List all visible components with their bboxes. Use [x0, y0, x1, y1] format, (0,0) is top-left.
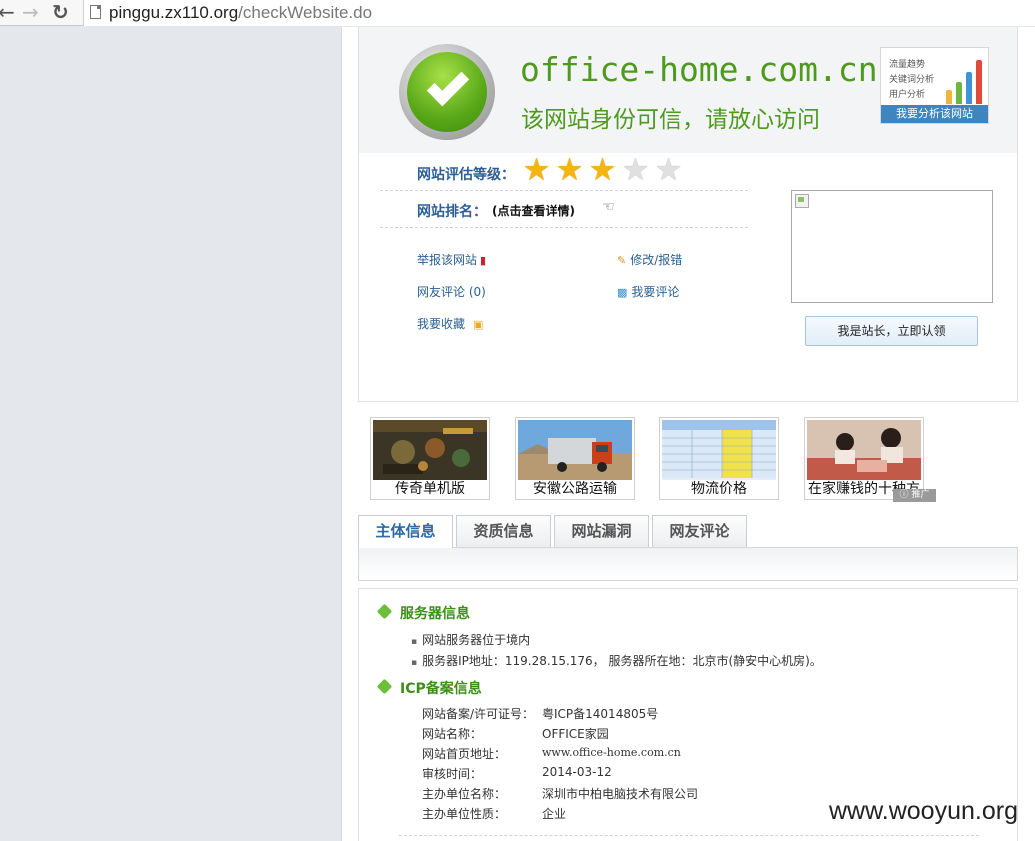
- rating-label: 网站评估等级：: [417, 167, 515, 183]
- rating-row: 网站评估等级： ★ ★ ★ ★ ★: [380, 155, 748, 191]
- server-ip-item: 服务器IP地址：119.28.15.176， 服务器所在地：北京市(静安中心机房…: [411, 652, 822, 669]
- ad-item-2[interactable]: 安徽公路运输: [515, 417, 635, 500]
- url-text[interactable]: pinggu.zx110.org/checkWebsite.do: [109, 3, 372, 23]
- analyze-site-button[interactable]: 我要分析该网站: [881, 105, 988, 123]
- write-comment-link[interactable]: ▩ 我要评论: [617, 283, 679, 300]
- diamond-bullet-icon: [376, 603, 393, 620]
- favorite-link[interactable]: 我要收藏 ▣: [417, 315, 483, 332]
- analysis-line-keywords: 关键词分析: [889, 75, 935, 85]
- ad-image-price-table: [662, 420, 776, 480]
- report-site-label: 举报该网站: [417, 253, 478, 267]
- ad-caption-1: 传奇单机版: [395, 481, 465, 497]
- bar-3: [966, 72, 972, 104]
- speech-bubble-icon: ▩: [617, 286, 628, 299]
- trust-banner: office-home.com.cn 该网站身份可信，请放心访问 流量趋势 关键…: [359, 27, 1017, 153]
- empty-star-icon: ★: [654, 152, 683, 188]
- homepage-value: www.office-home.com.cn: [542, 746, 681, 759]
- report-flag-icon: ▮: [480, 254, 487, 267]
- write-comment-label: 我要评论: [631, 285, 680, 299]
- bar-2: [956, 82, 962, 104]
- diamond-bullet-icon: [376, 678, 393, 695]
- back-arrow-icon[interactable]: ←: [0, 2, 15, 22]
- bar-4: [976, 60, 982, 104]
- screenshot-root: ← → ↻ pinggu.zx110.org/checkWebsite.do o…: [0, 0, 1035, 841]
- server-info-heading: 服务器信息: [376, 603, 470, 623]
- ad-image-people: [807, 420, 921, 480]
- favorite-label: 我要收藏: [417, 317, 466, 331]
- filled-star-icon: ★: [555, 152, 584, 188]
- forward-arrow-icon[interactable]: →: [22, 2, 39, 22]
- divider: [399, 835, 979, 836]
- ad-item-1[interactable]: 传奇单机版: [370, 417, 490, 500]
- rating-stars: ★ ★ ★ ★ ★: [520, 152, 685, 188]
- empty-star-icon: ★: [621, 152, 650, 188]
- url-path: /checkWebsite.do: [238, 3, 373, 22]
- promotion-tag: ⓘ 推广: [893, 489, 936, 502]
- filled-star-icon: ★: [588, 152, 617, 188]
- organizer-type-key: 主办单位性质：: [422, 807, 507, 821]
- ad-item-3[interactable]: 物流价格: [659, 417, 779, 500]
- pointing-hand-icon: ☜: [602, 199, 615, 215]
- url-host: pinggu.zx110.org: [109, 3, 239, 22]
- reload-icon[interactable]: ↻: [52, 2, 69, 22]
- organizer-name-key: 主办单位名称：: [422, 787, 507, 801]
- verification-card: office-home.com.cn 该网站身份可信，请放心访问 流量趋势 关键…: [358, 27, 1018, 402]
- analysis-widget[interactable]: 流量趋势 关键词分析 用户分析 我要分析该网站: [880, 47, 989, 124]
- organizer-type-value: 企业: [542, 807, 567, 821]
- report-site-link[interactable]: 举报该网站 ▮: [417, 251, 486, 268]
- ad-info-icon: ⓘ: [899, 490, 909, 500]
- bar-chart-icon: [944, 56, 986, 104]
- verified-check-icon: [399, 44, 495, 140]
- icp-info-heading: ICP备案信息: [376, 678, 482, 698]
- icp-license-key: 网站备案/许可证号：: [422, 707, 535, 721]
- analysis-line-users: 用户分析: [889, 90, 926, 100]
- server-info-heading-text: 服务器信息: [400, 606, 470, 622]
- ad-image-truck: [518, 420, 632, 480]
- tab-qualification-info[interactable]: 资质信息: [456, 515, 551, 547]
- trust-message: 该网站身份可信，请放心访问: [521, 107, 820, 133]
- review-date-key: 审核时间：: [422, 767, 483, 781]
- analysis-line-traffic: 流量趋势: [889, 60, 926, 70]
- site-thumbnail-image: [791, 190, 993, 303]
- icp-info-heading-text: ICP备案信息: [400, 681, 482, 697]
- page-icon: [90, 5, 101, 19]
- ad-caption-2: 安徽公路运输: [533, 481, 617, 497]
- address-bar[interactable]: pinggu.zx110.org/checkWebsite.do: [83, 0, 1035, 26]
- tab-entity-info[interactable]: 主体信息: [358, 515, 453, 548]
- ad-caption-3: 物流价格: [691, 481, 747, 497]
- rank-row: 网站排名： (点击查看详情) ☜: [380, 192, 748, 228]
- edit-report-link[interactable]: ✎ 修改/报错: [617, 251, 682, 268]
- tab-user-comments[interactable]: 网友评论: [652, 515, 747, 547]
- rank-label: 网站排名：: [417, 204, 487, 220]
- site-name-value: OFFICE家园: [542, 727, 609, 741]
- ad-item-4[interactable]: 在家赚钱的十种方: [804, 417, 924, 500]
- pencil-icon: ✎: [617, 254, 627, 267]
- tab-vulnerabilities[interactable]: 网站漏洞: [554, 515, 649, 547]
- browser-toolbar: ← → ↻ pinggu.zx110.org/checkWebsite.do: [0, 0, 1035, 26]
- organizer-name-value: 深圳市中柏电脑技术有限公司: [542, 787, 699, 801]
- server-location-item: 网站服务器位于境内: [411, 631, 530, 648]
- promotion-tag-label: 推广: [911, 490, 930, 500]
- edit-report-label: 修改/报错: [630, 253, 683, 267]
- favorite-folder-icon: ▣: [473, 318, 484, 331]
- domain-title: office-home.com.cn: [520, 50, 878, 89]
- watermark: www.wooyun.org: [829, 797, 1018, 825]
- filled-star-icon: ★: [522, 152, 551, 188]
- review-date-value: 2014-03-12: [542, 765, 612, 779]
- tab-panel-header: [358, 547, 1018, 581]
- homepage-key: 网站首页地址：: [422, 747, 507, 761]
- rank-detail-link[interactable]: (点击查看详情): [492, 202, 575, 219]
- broken-image-icon: [795, 194, 809, 208]
- site-name-key: 网站名称：: [422, 727, 483, 741]
- left-gray-panel: [0, 27, 341, 841]
- user-comments-link[interactable]: 网友评论 (0): [417, 283, 486, 300]
- claim-site-button[interactable]: 我是站长，立即认领: [805, 316, 978, 346]
- icp-license-value: 粤ICP备14014805号: [542, 707, 659, 721]
- ad-image-game: [373, 420, 487, 480]
- bar-1: [946, 90, 952, 104]
